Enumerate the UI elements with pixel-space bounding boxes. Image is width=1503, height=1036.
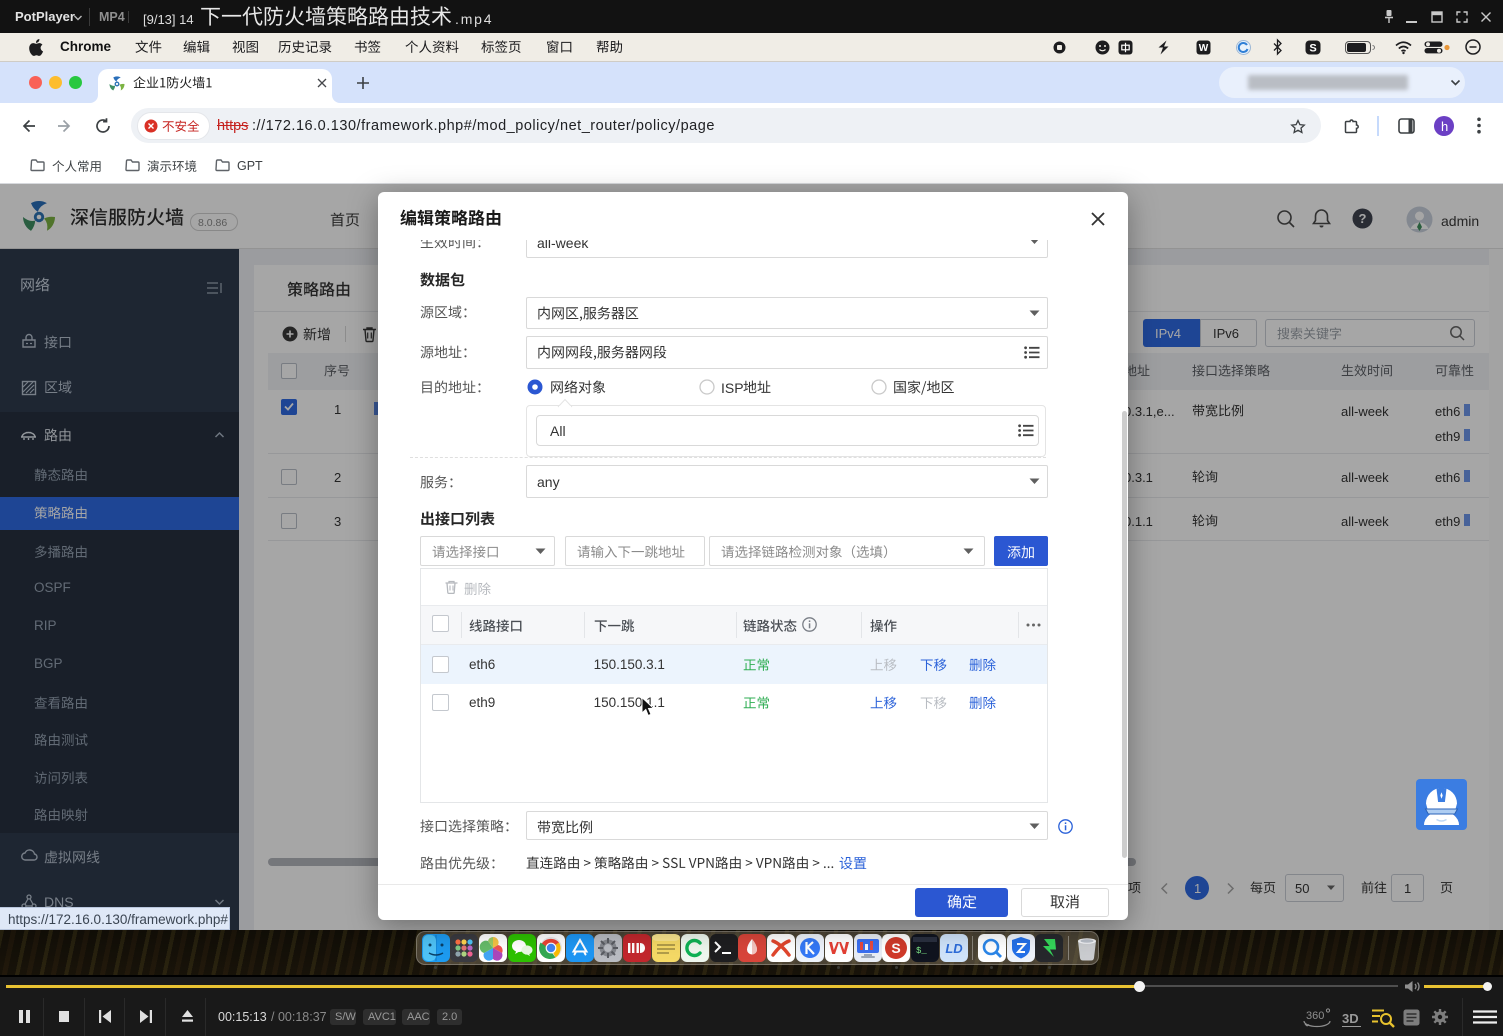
svg-text:S: S [1309,43,1316,55]
svg-text:W: W [1199,43,1209,54]
svg-text:S: S [892,940,901,956]
svg-text:$_: $_ [916,946,927,956]
svg-text:LD: LD [945,941,963,956]
